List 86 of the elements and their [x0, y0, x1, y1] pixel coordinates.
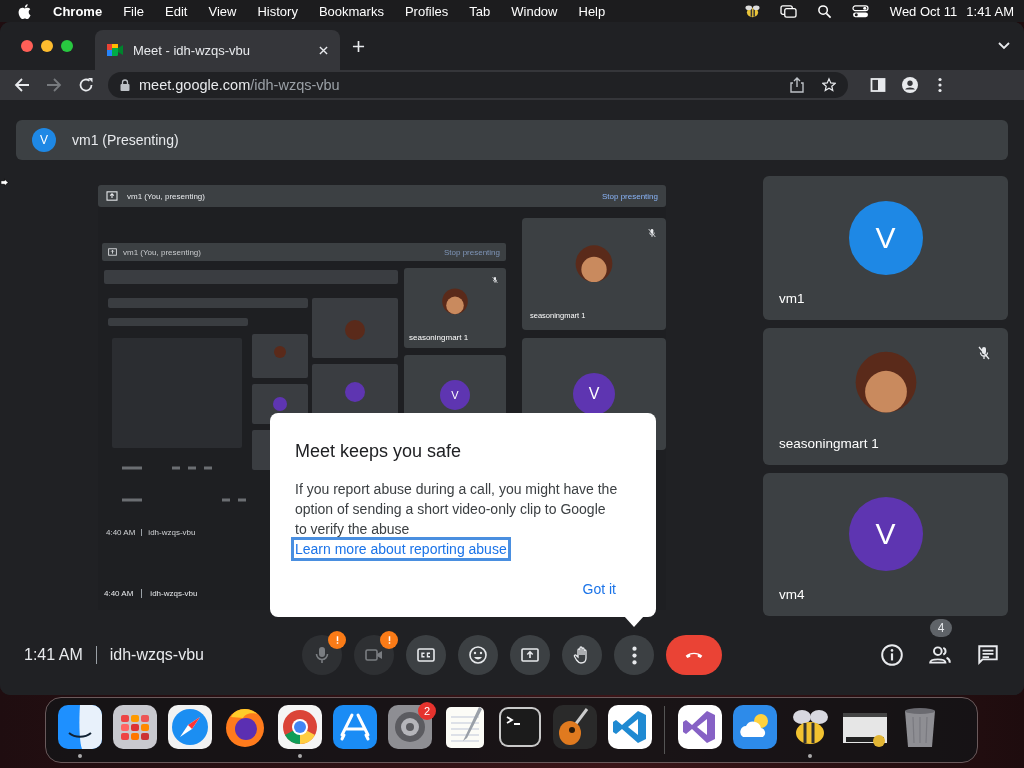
participant-avatar: V	[440, 380, 470, 410]
presenter-avatar: V	[32, 128, 56, 152]
got-it-button[interactable]: Got it	[580, 577, 618, 601]
notification-badge: 2	[418, 702, 436, 720]
lock-icon	[120, 79, 130, 91]
forward-arrow-icon[interactable]	[46, 77, 62, 93]
participant-name: vm1	[779, 290, 805, 306]
dialog-body: If you report abuse during a call, you might have the option of sending a short video-only clip to Google to verify the abuse Learn more about reporting abuse	[295, 479, 621, 559]
meeting-code: idh-wzqs-vbu	[148, 527, 196, 537]
captions-button[interactable]	[406, 635, 446, 675]
hand-button[interactable]	[562, 635, 602, 675]
hangup-button[interactable]	[666, 635, 722, 675]
participant-avatar: V	[573, 373, 615, 415]
meeting-time: 1:41 AM	[24, 646, 83, 664]
chrome-app-icon[interactable]	[275, 702, 324, 751]
participant-count-badge: 4	[930, 619, 952, 637]
back-arrow-icon[interactable]	[14, 77, 30, 93]
close-tab-icon[interactable]	[319, 45, 328, 55]
menu-bar-time[interactable]: 1:41 AM	[966, 3, 1014, 19]
menu-item[interactable]: Profiles	[404, 3, 449, 19]
menu-item[interactable]: File	[123, 3, 145, 19]
camera-favicon-icon	[107, 43, 123, 57]
profile-icon[interactable]	[902, 77, 918, 93]
visualstudio-app-icon[interactable]	[675, 702, 724, 751]
participant-avatar: V	[848, 200, 923, 275]
participant-avatar: V	[848, 497, 923, 572]
present-icon	[106, 191, 118, 201]
present-icon	[108, 248, 117, 256]
star-icon[interactable]	[822, 77, 836, 93]
dialog-title: Meet keeps you safe	[295, 441, 463, 462]
menu-item[interactable]: View	[208, 3, 237, 19]
apple-icon[interactable]	[18, 3, 31, 19]
screen-mirroring-icon[interactable]	[779, 3, 797, 19]
address-bar[interactable]: meet.google.com/idh-wzqs-vbu	[108, 72, 848, 98]
stop-presenting-link[interactable]: Stop presenting	[443, 247, 500, 257]
reload-icon[interactable]	[78, 77, 94, 93]
meeting-code: idh-wzqs-vbu	[109, 646, 204, 664]
captions-icon	[416, 645, 436, 665]
present-button[interactable]	[510, 635, 550, 675]
pointer-cursor-icon	[0, 178, 9, 187]
chevron-down-icon[interactable]	[998, 42, 1010, 50]
presenting-label: vm1 (You, presenting)	[127, 191, 205, 201]
menu-item[interactable]: Tab	[469, 3, 491, 19]
menu-item[interactable]: Bookmarks	[318, 3, 384, 19]
menu-item[interactable]: History	[257, 3, 298, 19]
chat-icon[interactable]	[976, 643, 1000, 667]
stop-presenting-link[interactable]: Stop presenting	[601, 191, 658, 201]
menu-bar-date[interactable]: Wed Oct 11	[889, 3, 958, 19]
more-button[interactable]	[614, 635, 654, 675]
more-options-icon	[631, 645, 637, 665]
launchpad-app-icon[interactable]	[110, 702, 159, 751]
control-center-icon[interactable]	[851, 3, 869, 19]
menu-icon[interactable]	[938, 77, 942, 93]
info-icon[interactable]	[880, 643, 904, 667]
participant-name: vm4	[779, 587, 805, 602]
settings-app-icon[interactable]	[385, 702, 434, 751]
safari-app-icon[interactable]	[165, 702, 214, 751]
menu-item[interactable]: Window	[511, 3, 558, 19]
app-menu[interactable]: Chrome	[53, 3, 103, 19]
minimize-window-button[interactable]	[41, 40, 53, 52]
guitar-app-icon[interactable]	[550, 702, 599, 751]
search-icon[interactable]	[815, 3, 833, 19]
presenter-label: vm1 (Presenting)	[72, 132, 179, 148]
bee-icon[interactable]	[743, 3, 761, 19]
participant-name: seasoningmart 1	[779, 435, 879, 451]
meeting-time: 4:40 AM	[104, 588, 134, 598]
emoji-button[interactable]	[458, 635, 498, 675]
menu-item[interactable]: Help	[578, 3, 606, 19]
vscode-app-icon[interactable]	[605, 702, 654, 751]
new-tab-icon[interactable]	[352, 39, 365, 53]
smiley-icon	[468, 645, 488, 665]
zoom-window-button[interactable]	[61, 40, 73, 52]
side-panel-icon[interactable]	[870, 77, 886, 93]
presenting-label: vm1 (You, presenting)	[123, 247, 201, 257]
appstore-app-icon[interactable]	[330, 702, 379, 751]
menu-item[interactable]: Edit	[165, 3, 188, 19]
people-icon[interactable]	[928, 643, 952, 667]
browser-tab[interactable]: Meet - idh-wzqs-vbu	[95, 30, 340, 70]
participant-name: seasoningmart 1	[409, 333, 469, 342]
meeting-code: idh-wzqs-vbu	[150, 588, 198, 598]
share-icon[interactable]	[790, 77, 804, 93]
present-screen-icon	[520, 645, 540, 665]
finder-app-icon[interactable]	[55, 702, 104, 751]
close-window-button[interactable]	[21, 40, 33, 52]
meeting-time: 4:40 AM	[106, 527, 136, 537]
weather-app-icon[interactable]	[730, 702, 779, 751]
